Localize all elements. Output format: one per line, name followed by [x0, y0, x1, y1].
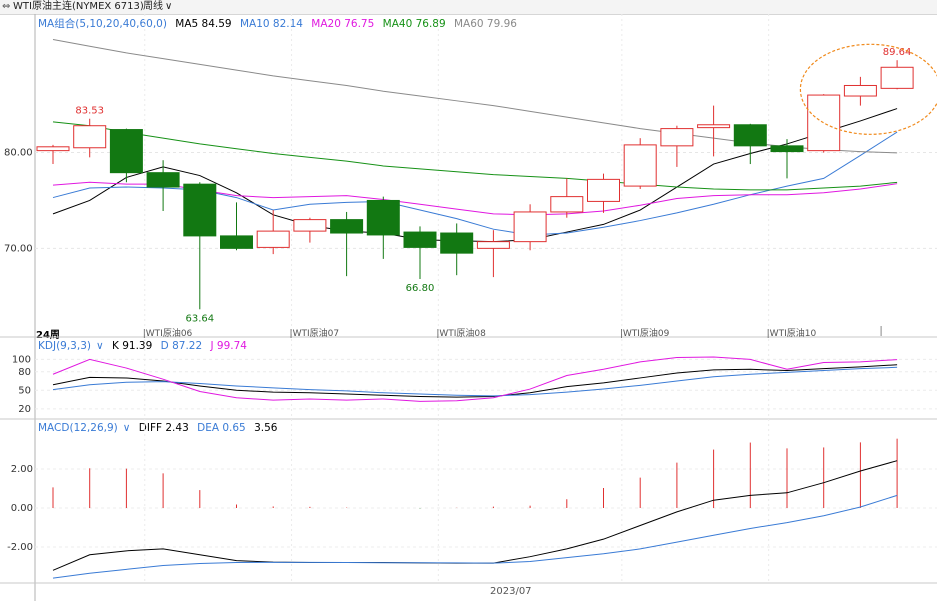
price-tick-label: 70.00	[4, 243, 33, 254]
kdj-tick-label: 80	[18, 367, 31, 378]
ma-line-ma20	[52, 181, 898, 216]
candle-body	[880, 66, 914, 89]
kdj-tick-label: 20	[18, 404, 31, 415]
candle-body	[807, 94, 841, 152]
ma-line-ma5	[52, 108, 898, 243]
candle-body	[550, 196, 584, 213]
candle-body	[587, 178, 620, 202]
macd-tick-label: -2.00	[7, 542, 33, 553]
kdj-line-k	[52, 364, 898, 398]
candle-body	[256, 230, 290, 248]
kdj-line-j	[52, 356, 898, 402]
ma-line-ma10	[52, 131, 898, 236]
candle-body	[440, 232, 474, 254]
macd-tick-label: 2.00	[11, 464, 33, 475]
ma-line-ma40	[52, 121, 898, 191]
candle-body	[293, 219, 327, 232]
candle-body	[366, 199, 400, 236]
candle-body	[73, 125, 107, 149]
chart-canvas[interactable]: 80.00 70.00 |WTI原油06 |WTI原油07 |WTI原油08 |WTI原油…	[0, 0, 937, 601]
x-tick-label: |WTI原油06	[143, 327, 193, 339]
price-annotation: 89.64	[883, 47, 912, 58]
price-annotation: 63.64	[185, 313, 214, 324]
candle-body	[403, 231, 437, 248]
macd-line-diff	[52, 460, 898, 571]
price-tick-label: 80.00	[4, 148, 33, 159]
candle-body	[146, 172, 180, 188]
price-annotation: 83.53	[75, 106, 104, 117]
candle-body	[770, 145, 804, 153]
price-annotation: 66.80	[406, 283, 435, 294]
candle-body	[476, 241, 510, 249]
ma-line-ma60	[52, 39, 898, 154]
x-tick-label: |WTI原油08	[436, 327, 486, 339]
candle-body	[183, 183, 217, 237]
candle-body	[513, 211, 547, 243]
kdj-tick-label: 50	[18, 385, 31, 396]
macd-tick-label: 0.00	[11, 503, 33, 514]
candle-body	[697, 124, 731, 129]
x-tick-label: |WTI原油07	[290, 327, 340, 339]
candle-body	[623, 144, 657, 187]
x-tick-label: |WTI原油09	[620, 327, 670, 339]
candle-body	[220, 235, 253, 249]
candle-body	[660, 128, 694, 147]
x-tick-label: |WTI原油10	[767, 327, 817, 339]
candle-body	[843, 84, 877, 97]
candle-body	[109, 129, 143, 174]
candle-body	[733, 124, 767, 147]
candle-body	[330, 219, 364, 234]
candle-body	[36, 146, 70, 152]
kdj-tick-label: 100	[12, 354, 31, 365]
